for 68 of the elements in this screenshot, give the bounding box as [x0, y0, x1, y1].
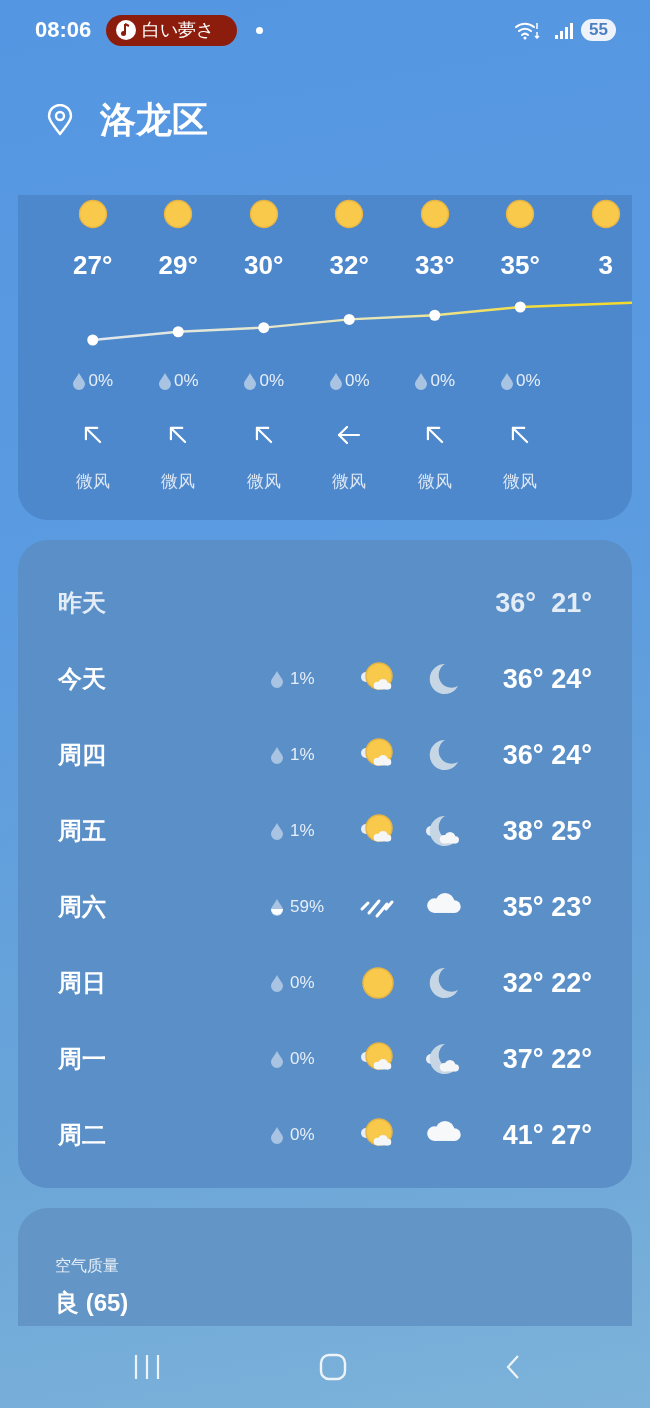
raindrop-icon	[328, 372, 343, 390]
temperature-range: 36° 24°	[502, 663, 592, 694]
precipitation-chance: 0%	[430, 371, 456, 391]
hour-temperature: 33°	[415, 249, 455, 281]
precipitation-chance: 0%	[259, 371, 285, 391]
hour-temperature: 3	[598, 249, 613, 281]
recent-apps-icon[interactable]	[133, 1354, 161, 1380]
day-label: 周二	[58, 1120, 107, 1150]
day-label: 周一	[58, 1044, 107, 1074]
day-label: 周六	[58, 892, 107, 922]
day-label: 昨天	[58, 588, 107, 618]
wind-strength: 微风	[75, 470, 110, 493]
air-quality-label: 空气质量	[55, 1256, 120, 1276]
day-label: 周五	[58, 816, 107, 846]
wind-strength: 微风	[332, 470, 367, 493]
day-label: 周四	[58, 740, 107, 770]
temperature-range: 37° 22°	[502, 1043, 592, 1074]
temperature-range: 36° 21°	[495, 587, 592, 618]
day-label: 今天	[58, 664, 107, 694]
precipitation-chance: 0%	[88, 371, 114, 391]
precipitation-chance: 0%	[173, 371, 199, 391]
wind-strength: 微风	[246, 470, 281, 493]
location-name: 洛龙区	[100, 97, 208, 142]
hour-temperature: 30°	[244, 249, 284, 281]
precipitation-chance: 0%	[290, 973, 315, 993]
raindrop-icon	[270, 1050, 284, 1068]
raindrop-icon	[499, 372, 514, 390]
raindrop-icon	[270, 898, 284, 916]
precipitation-chance: 0%	[515, 371, 541, 391]
raindrop-icon	[270, 746, 284, 764]
raindrop-icon	[270, 670, 284, 688]
temperature-range: 35° 23°	[502, 891, 592, 922]
hour-temperature: 35°	[500, 249, 540, 281]
temperature-range: 36° 24°	[502, 739, 592, 770]
precipitation-chance: 1%	[290, 745, 315, 765]
hour-temperature: 27°	[73, 249, 113, 281]
temperature-range: 41° 27°	[502, 1119, 592, 1150]
location-pin-icon[interactable]	[46, 104, 74, 136]
precipitation-chance: 1%	[290, 821, 315, 841]
raindrop-icon	[270, 822, 284, 840]
clock: 08:06	[35, 17, 93, 43]
notification-dot	[256, 26, 263, 34]
wifi-icon	[515, 20, 542, 40]
air-quality-value: 良 (65)	[55, 1288, 130, 1318]
wind-strength: 微风	[503, 470, 538, 493]
raindrop-icon	[270, 974, 284, 992]
hour-temperature: 32°	[329, 249, 369, 281]
precipitation-chance: 0%	[290, 1049, 315, 1069]
raindrop-icon	[414, 372, 429, 390]
precipitation-chance: 59%	[290, 897, 325, 917]
battery-indicator: 55	[581, 19, 616, 41]
music-note-icon	[116, 20, 136, 40]
wind-strength: 微风	[417, 470, 452, 493]
temperature-range: 32° 22°	[502, 967, 592, 998]
media-chip[interactable]: 白い夢さ	[106, 14, 237, 46]
day-label: 周日	[58, 968, 107, 998]
home-icon[interactable]	[319, 1353, 347, 1381]
temperature-range: 38° 25°	[502, 815, 592, 846]
wind-strength: 微风	[161, 470, 196, 493]
precipitation-chance: 0%	[344, 371, 370, 391]
hour-temperature: 29°	[158, 249, 198, 281]
raindrop-icon	[157, 372, 172, 390]
back-icon[interactable]	[505, 1354, 521, 1380]
precipitation-chance: 1%	[290, 669, 315, 689]
raindrop-icon	[243, 372, 258, 390]
raindrop-icon	[270, 1126, 284, 1144]
raindrop-icon	[72, 372, 87, 390]
precipitation-chance: 0%	[290, 1125, 315, 1145]
